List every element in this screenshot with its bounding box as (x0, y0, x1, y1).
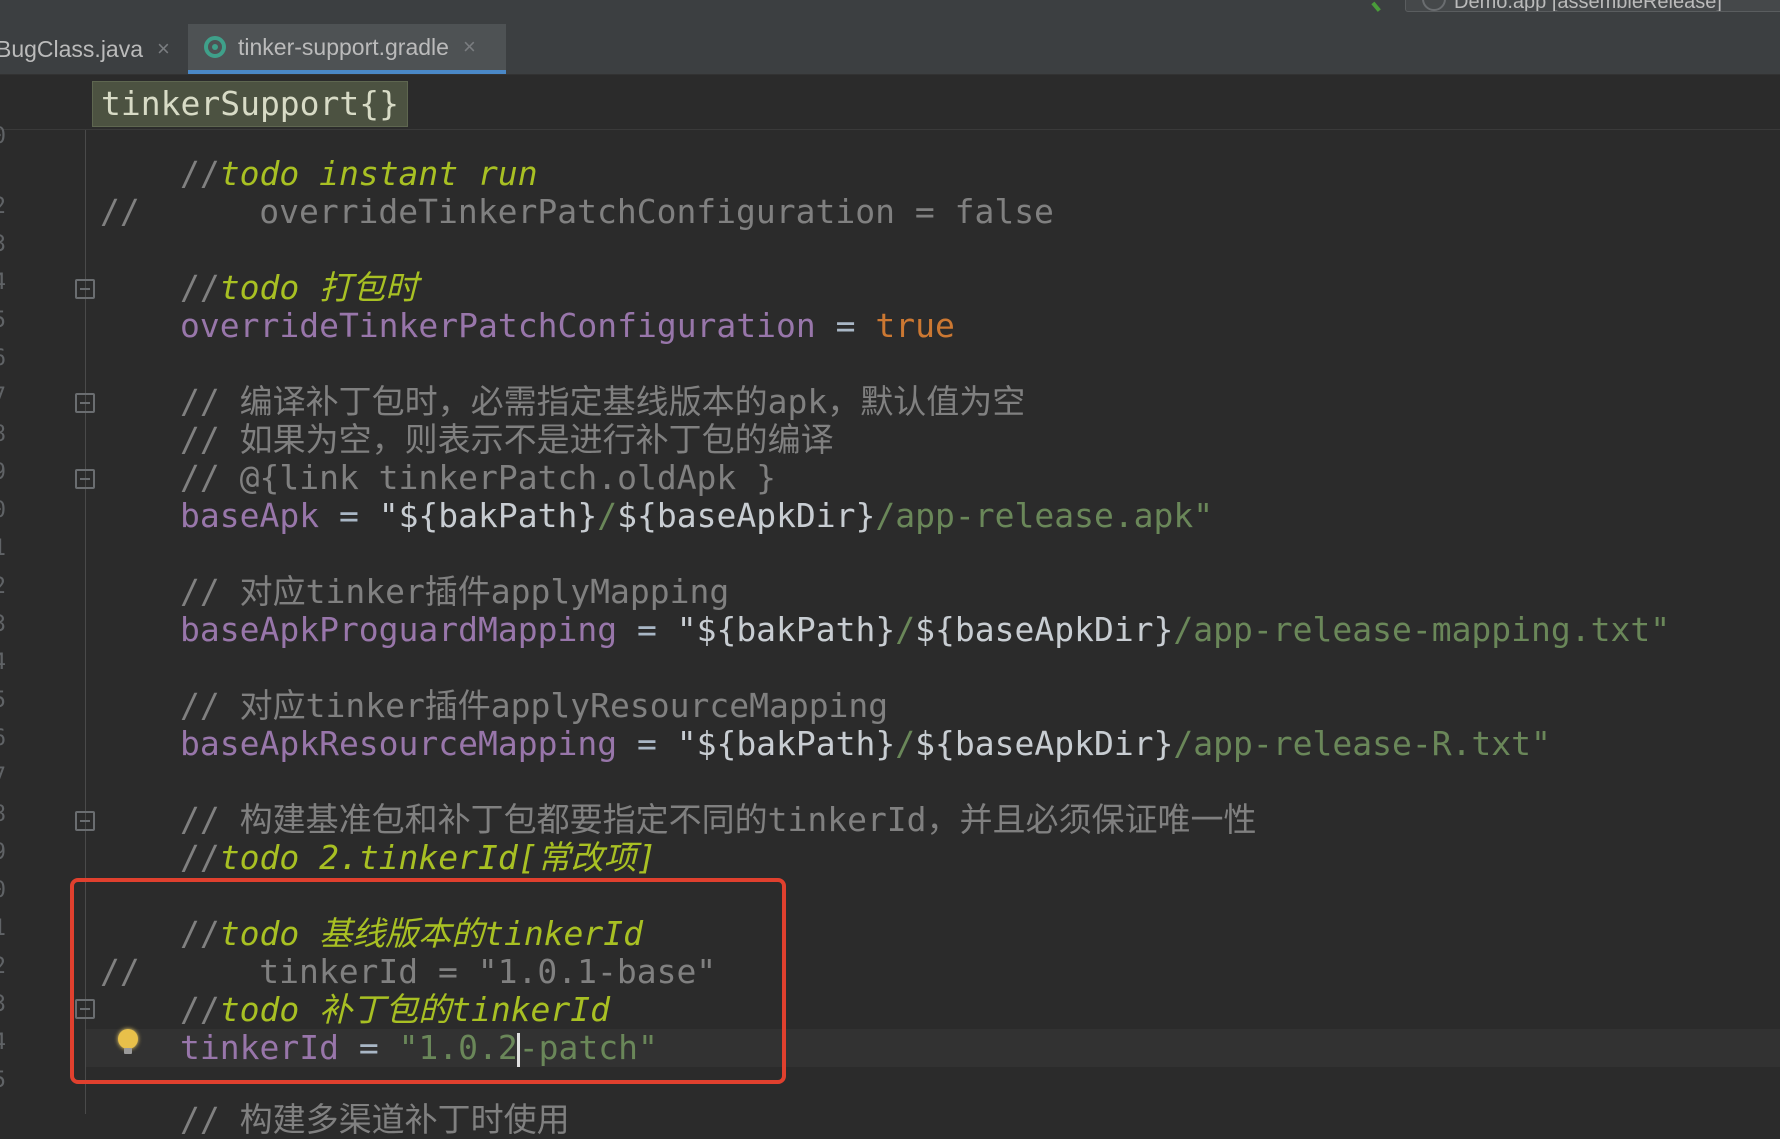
code-line: baseApk = "${bakPath}/${baseApkDir}/app-… (180, 496, 1214, 535)
breadcrumb-bar: tinkerSupport{} (0, 75, 1780, 130)
code-line: //todo 打包时 (180, 268, 419, 307)
line-number: 4 (0, 1030, 6, 1055)
line-number: 3 (0, 232, 6, 257)
gradle-icon (204, 36, 226, 58)
line-number: 4 (0, 270, 6, 295)
line-number: 2 (0, 954, 6, 979)
line-number: 5 (0, 1068, 6, 1093)
line-number: 8 (0, 422, 6, 447)
code-line: overrideTinkerPatchConfiguration = true (180, 306, 955, 345)
tab-tinker-support-gradle[interactable]: tinker-support.gradle × (188, 24, 506, 74)
line-number: 5 (0, 688, 6, 713)
fold-marker-icon[interactable] (75, 811, 95, 831)
code-line: // overrideTinkerPatchConfiguration = fa… (100, 192, 1054, 231)
build-hammer-icon[interactable] (1371, 0, 1395, 12)
fold-marker-icon[interactable] (75, 279, 95, 299)
code-line: //todo instant run (180, 154, 538, 193)
code-line: // 对应tinker插件applyResourceMapping (180, 686, 889, 725)
code-line: // 如果为空，则表示不是进行补丁包的编译 (180, 420, 834, 459)
fold-marker-icon[interactable] (75, 393, 95, 413)
code-line: // 对应tinker插件applyMapping (180, 572, 730, 611)
run-configuration-dropdown[interactable]: Demo.app [assembleRelease] (1405, 0, 1780, 12)
run-config-label: Demo.app [assembleRelease] (1454, 0, 1722, 12)
line-number: 9 (0, 460, 6, 485)
line-number: 1 (0, 916, 6, 941)
breadcrumb[interactable]: tinkerSupport{} (92, 81, 409, 127)
line-number: 0 (0, 878, 6, 903)
line-number: 7 (0, 764, 6, 789)
line-number: 3 (0, 992, 6, 1017)
code-line: // 构建多渠道补丁时使用 (180, 1100, 570, 1139)
line-number: 2 (0, 194, 6, 219)
top-toolbar: Demo.app [assembleRelease] (0, 0, 1780, 24)
code-line: baseApkProguardMapping = "${bakPath}/${b… (180, 610, 1671, 649)
code-line: // 编译补丁包时，必需指定基线版本的apk，默认值为空 (180, 382, 1026, 421)
tab-label: BugClass.java (0, 35, 144, 62)
line-number: 8 (0, 802, 6, 827)
line-number: 9 (0, 840, 6, 865)
line-number: 4 (0, 650, 6, 675)
line-number: 6 (0, 346, 6, 371)
run-config-icon (1422, 0, 1446, 11)
line-number: 7 (0, 384, 6, 409)
code-line: // 构建基准包和补丁包都要指定不同的tinkerId，并且必须保证唯一性 (180, 800, 1257, 839)
code-line: // @{link tinkerPatch.oldApk } (180, 458, 777, 497)
editor-tab-bar: BugClass.java × tinker-support.gradle × (0, 24, 1780, 75)
line-number: 6 (0, 726, 6, 751)
line-number: 3 (0, 612, 6, 637)
code-line: //todo 2.tinkerId[常改项] (180, 838, 657, 877)
close-icon[interactable]: × (463, 34, 476, 60)
line-number: 2 (0, 574, 6, 599)
line-number: 5 (0, 308, 6, 333)
close-icon[interactable]: × (157, 36, 170, 62)
line-number: 0 (0, 498, 6, 523)
line-number: 1 (0, 536, 6, 561)
tab-bugclass-java[interactable]: BugClass.java × (0, 24, 170, 74)
line-number: 0 (0, 124, 6, 149)
code-line: baseApkResourceMapping = "${bakPath}/${b… (180, 724, 1551, 763)
annotation-highlight-box (70, 878, 786, 1084)
fold-marker-icon[interactable] (75, 469, 95, 489)
tab-label: tinker-support.gradle (238, 33, 449, 60)
